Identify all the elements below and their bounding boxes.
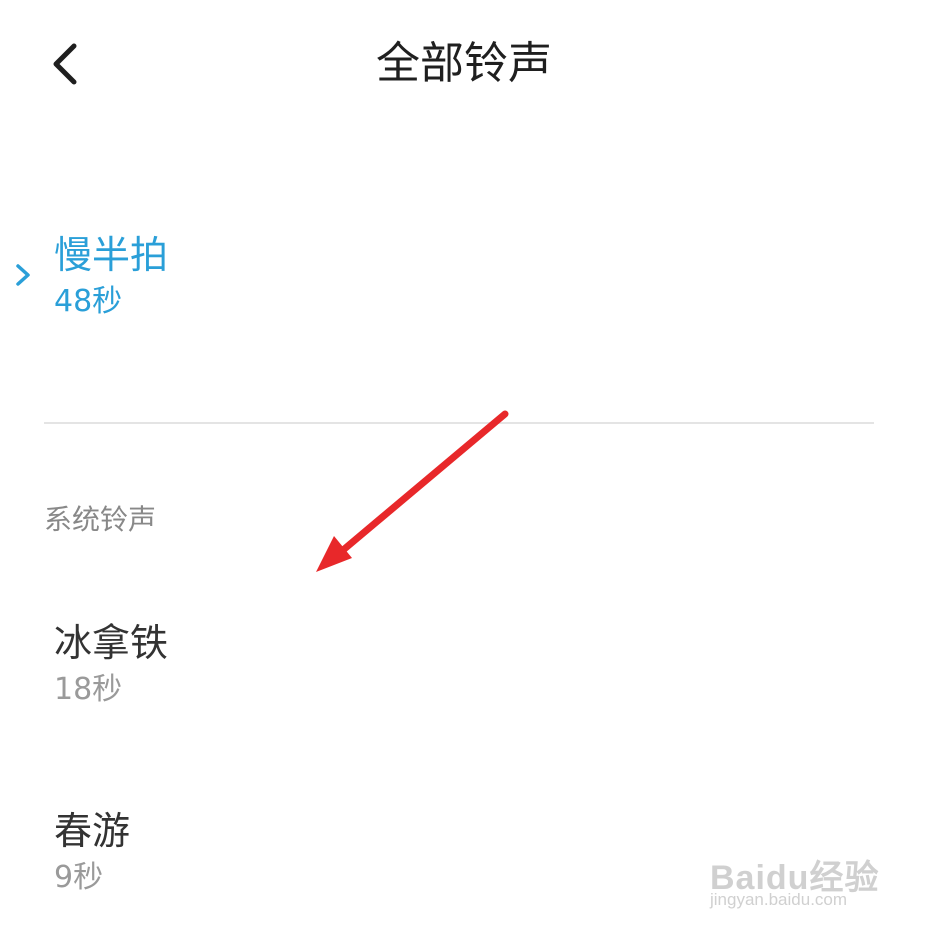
section-label-system-ringtones: 系统铃声 <box>44 503 157 536</box>
ringtone-name: 冰拿铁 <box>54 621 169 665</box>
ringtone-item-current[interactable]: 慢半拍 48秒 <box>0 228 928 338</box>
watermark-url: jingyan.baidu.com <box>710 890 848 909</box>
top-bar: 全部铃声 <box>0 0 928 130</box>
annotation-arrow <box>316 410 509 572</box>
ringtone-name: 慢半拍 <box>54 233 169 277</box>
ringtone-name: 春游 <box>54 809 131 853</box>
ringtone-duration: 48秒 <box>54 284 123 319</box>
chevron-right-icon <box>16 264 30 286</box>
ringtone-duration: 18秒 <box>54 672 123 707</box>
page-title: 全部铃声 <box>376 38 552 89</box>
ringtone-duration: 9秒 <box>54 860 104 895</box>
ringtone-item[interactable]: 冰拿铁 18秒 <box>0 616 928 716</box>
divider <box>44 422 874 424</box>
watermark: Baidu经验 jingyan.baidu.com <box>710 830 880 916</box>
